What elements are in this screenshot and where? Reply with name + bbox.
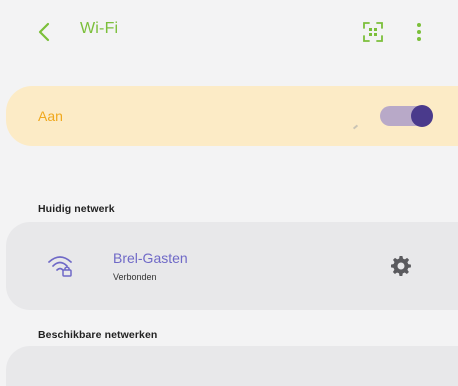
available-networks-heading: Beschikbare netwerken: [38, 329, 158, 341]
network-name: Brel-Gasten: [113, 250, 188, 266]
back-button[interactable]: [30, 16, 58, 48]
more-options-button[interactable]: [408, 17, 430, 47]
network-settings-button[interactable]: [389, 254, 413, 278]
app-bar: Wi-Fi: [0, 0, 458, 64]
more-vertical-icon: [417, 23, 421, 41]
chevron-left-icon: [38, 22, 50, 42]
qr-scan-icon: [363, 22, 383, 42]
wifi-lock-icon: [48, 256, 72, 277]
wifi-state-label: Aan: [38, 108, 63, 124]
network-status: Verbonden: [113, 272, 157, 282]
gear-icon: [391, 256, 411, 276]
switch-thumb: [411, 105, 433, 127]
wifi-switch[interactable]: [380, 105, 433, 127]
qr-scan-button[interactable]: [358, 17, 388, 47]
current-network-heading: Huidig netwerk: [38, 203, 115, 215]
available-networks-list: [6, 346, 458, 386]
page-title: Wi-Fi: [80, 20, 119, 37]
